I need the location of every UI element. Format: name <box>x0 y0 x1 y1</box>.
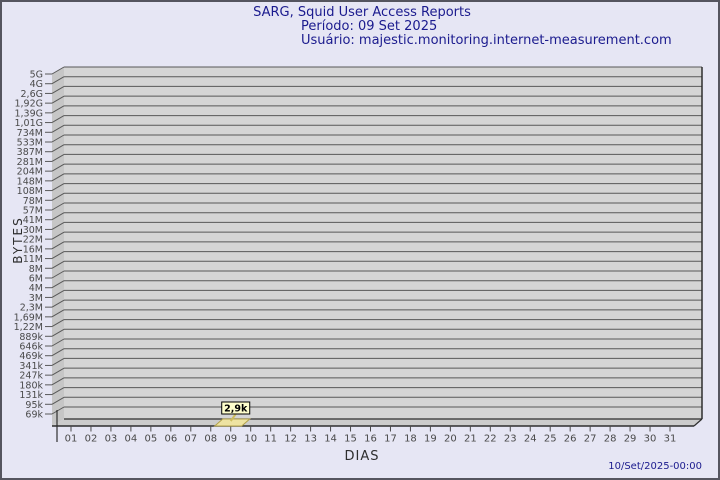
x-tick-label: 08 <box>204 434 217 445</box>
x-tick-label: 20 <box>444 434 457 445</box>
x-tick-label: 05 <box>144 434 157 445</box>
x-tick-label: 04 <box>125 434 138 445</box>
x-tick-label: 28 <box>604 434 617 445</box>
x-tick-label: 14 <box>324 434 337 445</box>
data-point-value-label: 2,9k <box>224 404 248 415</box>
plot-area <box>64 67 702 419</box>
x-tick-label: 09 <box>224 434 237 445</box>
x-tick-label: 15 <box>344 434 357 445</box>
y-tick-label: 69k <box>25 410 43 421</box>
x-tick-label: 16 <box>364 434 377 445</box>
x-tick-label: 10 <box>244 434 257 445</box>
x-tick-label: 29 <box>624 434 637 445</box>
x-tick-label: 01 <box>65 434 78 445</box>
generation-timestamp: 10/Set/2025-00:00 <box>608 461 702 472</box>
x-tick-label: 03 <box>105 434 118 445</box>
x-tick-label: 31 <box>664 434 677 445</box>
x-tick-label: 30 <box>644 434 657 445</box>
x-tick-label: 27 <box>584 434 597 445</box>
x-tick-label: 17 <box>384 434 397 445</box>
x-tick-label: 24 <box>524 434 537 445</box>
x-tick-label: 13 <box>304 434 317 445</box>
x-tick-label: 07 <box>184 434 197 445</box>
x-tick-label: 25 <box>544 434 557 445</box>
x-tick-label: 06 <box>164 434 177 445</box>
x-tick-label: 22 <box>484 434 497 445</box>
x-tick-label: 21 <box>464 434 477 445</box>
chart-floor <box>52 419 702 426</box>
x-tick-label: 02 <box>85 434 98 445</box>
x-tick-label: 11 <box>264 434 277 445</box>
x-tick-label: 26 <box>564 434 577 445</box>
x-tick-label: 12 <box>284 434 297 445</box>
x-tick-label: 19 <box>424 434 437 445</box>
x-tick-label: 23 <box>504 434 517 445</box>
sarg-report-screen: SARG, Squid User Access Reports Período:… <box>0 0 720 480</box>
chart-canvas: 5G4G2,6G1,92G1,39G1,01G734M533M387M281M2… <box>14 66 703 445</box>
x-tick-label: 18 <box>404 434 417 445</box>
